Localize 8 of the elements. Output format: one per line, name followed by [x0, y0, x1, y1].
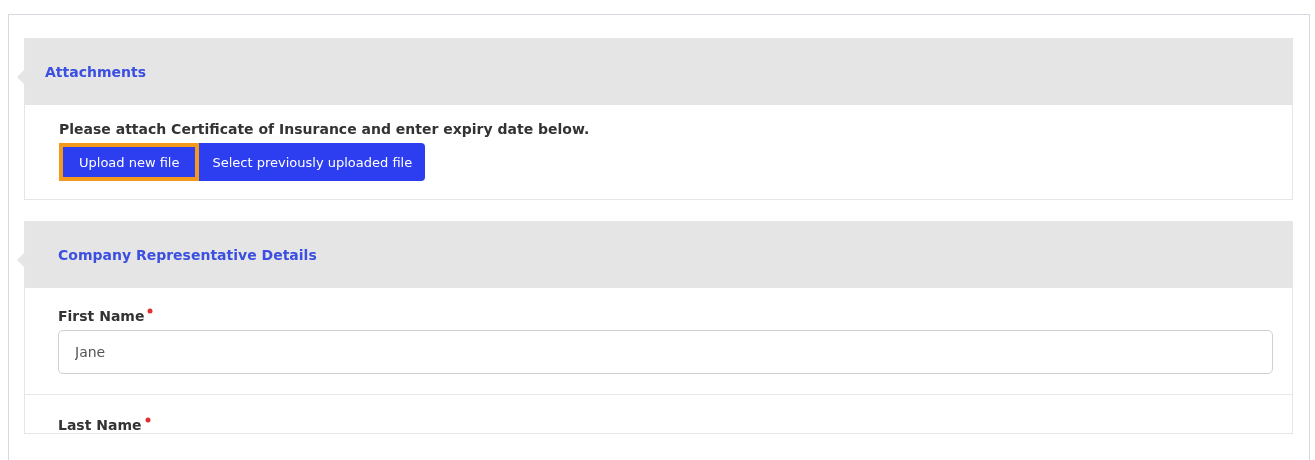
section-title: Company Representative Details — [58, 247, 317, 263]
field-label: Last Name — [58, 417, 142, 433]
field-label: First Name — [58, 308, 145, 324]
instruction-text: Please attach Certificate of Insurance and enter expiry date below. — [59, 121, 591, 137]
upload-button[interactable]: Upload new file — [59, 143, 200, 181]
section-title: Attachments — [45, 64, 146, 80]
text-field[interactable]: Jane — [58, 330, 1273, 374]
select-file-button[interactable]: Select previously uploaded file — [199, 143, 426, 181]
